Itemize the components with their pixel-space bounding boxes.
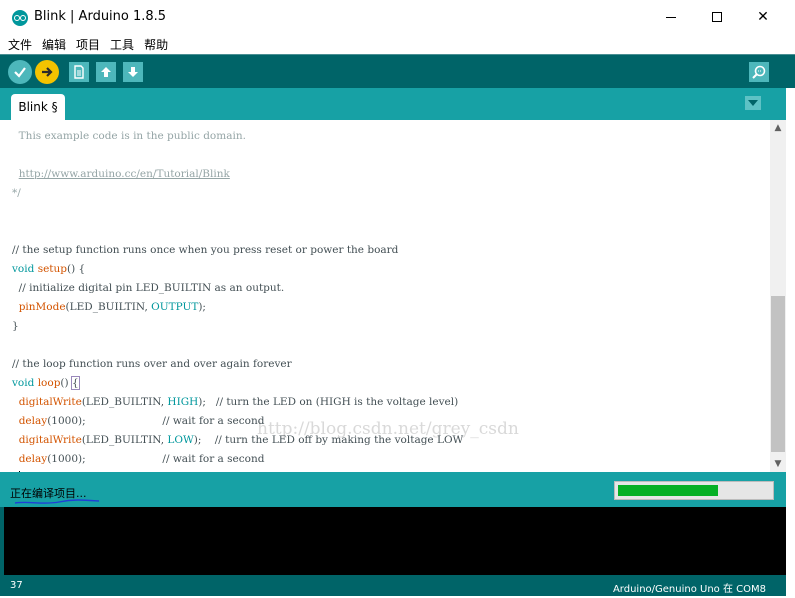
code-token: loop [37, 377, 61, 389]
chevron-down-icon [748, 100, 758, 106]
maximize-icon [712, 12, 722, 22]
code-line: http://www.arduino.cc/en/Tutorial/Blink [12, 165, 230, 184]
code-token: } [12, 320, 19, 332]
code-line: digitalWrite(LED_BUILTIN, HIGH); // turn… [12, 393, 459, 412]
code-line: delay(1000); // wait for a second [12, 450, 265, 469]
progress-fill [618, 485, 718, 496]
code-token: // the loop function runs over and over … [12, 358, 292, 370]
code-token: */ [12, 187, 21, 199]
code-line: // the loop function runs over and over … [12, 355, 292, 374]
code-line: This example code is in the public domai… [12, 127, 246, 146]
code-token: { [70, 376, 80, 390]
code-token: setup [37, 263, 67, 275]
code-token: (LED_BUILTIN, [81, 396, 168, 408]
code-token: // initialize digital pin LED_BUILTIN as… [12, 282, 285, 294]
serial-monitor-icon [752, 65, 766, 79]
code-line: } [12, 317, 19, 336]
compile-progress-bar [614, 481, 774, 500]
scroll-down-icon[interactable]: ▼ [770, 456, 786, 472]
verify-button[interactable] [8, 60, 32, 84]
tab-menu-button[interactable] [745, 96, 761, 110]
line-number: 37 [10, 580, 23, 591]
code-token: pinMode [18, 301, 66, 313]
open-button[interactable] [96, 62, 116, 82]
code-token: ); // turn the LED off by making the vol… [193, 434, 464, 446]
menu-edit[interactable]: 编辑 [42, 36, 66, 53]
code-token: (1000); // wait for a second [47, 453, 265, 465]
menu-file[interactable]: 文件 [8, 36, 32, 53]
code-token: (LED_BUILTIN, [81, 434, 168, 446]
menu-bar: 文件 编辑 项目 工具 帮助 [0, 34, 795, 54]
window-border [786, 88, 795, 598]
menu-tools[interactable]: 工具 [110, 36, 134, 53]
code-token: (1000); // wait for a second [47, 415, 265, 427]
serial-monitor-button[interactable] [749, 62, 769, 82]
code-line: */ [12, 184, 21, 203]
code-token: digitalWrite [18, 396, 82, 408]
code-token: http://www.arduino.cc/en/Tutorial/Blink [18, 168, 230, 180]
code-token: ); [198, 301, 206, 313]
code-line: // the setup function runs once when you… [12, 241, 398, 260]
toolbar [0, 54, 795, 88]
code-line: digitalWrite(LED_BUILTIN, LOW); // turn … [12, 431, 464, 450]
code-token: () [60, 377, 72, 389]
code-token: () { [67, 263, 86, 275]
code-token: void [12, 263, 35, 275]
code-token: digitalWrite [18, 434, 82, 446]
close-icon: ✕ [757, 9, 769, 25]
save-button[interactable] [123, 62, 143, 82]
code-editor[interactable]: http://blog.csdn.net/grey_csdn This exam… [0, 120, 770, 472]
code-token: OUTPUT [151, 301, 199, 313]
code-line: pinMode(LED_BUILTIN, OUTPUT); [12, 298, 206, 317]
code-line: void loop() { [12, 374, 80, 393]
code-line: void setup() { [12, 260, 85, 279]
new-icon [74, 65, 84, 79]
verify-icon [14, 67, 26, 78]
code-token: HIGH [167, 396, 199, 408]
close-button[interactable]: ✕ [740, 0, 786, 34]
code-line: delay(1000); // wait for a second [12, 412, 265, 431]
footer-bar: 37 Arduino/Genuino Uno 在 COM8 [0, 575, 786, 596]
code-token: (LED_BUILTIN, [65, 301, 152, 313]
board-port-info: Arduino/Genuino Uno 在 COM8 [612, 584, 766, 595]
maximize-button[interactable] [694, 0, 740, 34]
code-token: void [12, 377, 35, 389]
upload-icon [42, 67, 53, 77]
minimize-button[interactable] [648, 0, 694, 34]
code-token: delay [18, 415, 48, 427]
code-line: // initialize digital pin LED_BUILTIN as… [12, 279, 285, 298]
scrollbar-thumb[interactable] [771, 296, 785, 452]
window-title: Blink | Arduino 1.8.5 [34, 9, 167, 24]
new-sketch-button[interactable] [69, 62, 89, 82]
handwritten-underline [14, 499, 100, 504]
upload-button[interactable] [35, 60, 59, 84]
status-bar: 正在编译项目... [0, 472, 786, 507]
scroll-up-icon[interactable]: ▲ [770, 120, 786, 136]
tab-blink[interactable]: Blink § [11, 94, 65, 120]
menu-sketch[interactable]: 项目 [76, 36, 100, 53]
code-token: LOW [167, 434, 194, 446]
code-token: // the setup function runs once when you… [12, 244, 399, 256]
title-bar: Blink | Arduino 1.8.5 ✕ [0, 0, 795, 34]
code-token: delay [18, 453, 48, 465]
open-icon [101, 67, 111, 77]
menu-help[interactable]: 帮助 [144, 36, 168, 53]
save-icon [128, 67, 138, 77]
console-output[interactable] [4, 507, 786, 575]
code-token: ); // turn the LED on (HIGH is the volta… [198, 396, 459, 408]
code-token: This example code is in the public domai… [12, 130, 246, 142]
arduino-logo-icon [12, 10, 28, 26]
minimize-icon [666, 16, 676, 18]
tab-bar: Blink § [0, 88, 795, 120]
editor-scrollbar[interactable]: ▲ ▼ [770, 120, 786, 472]
